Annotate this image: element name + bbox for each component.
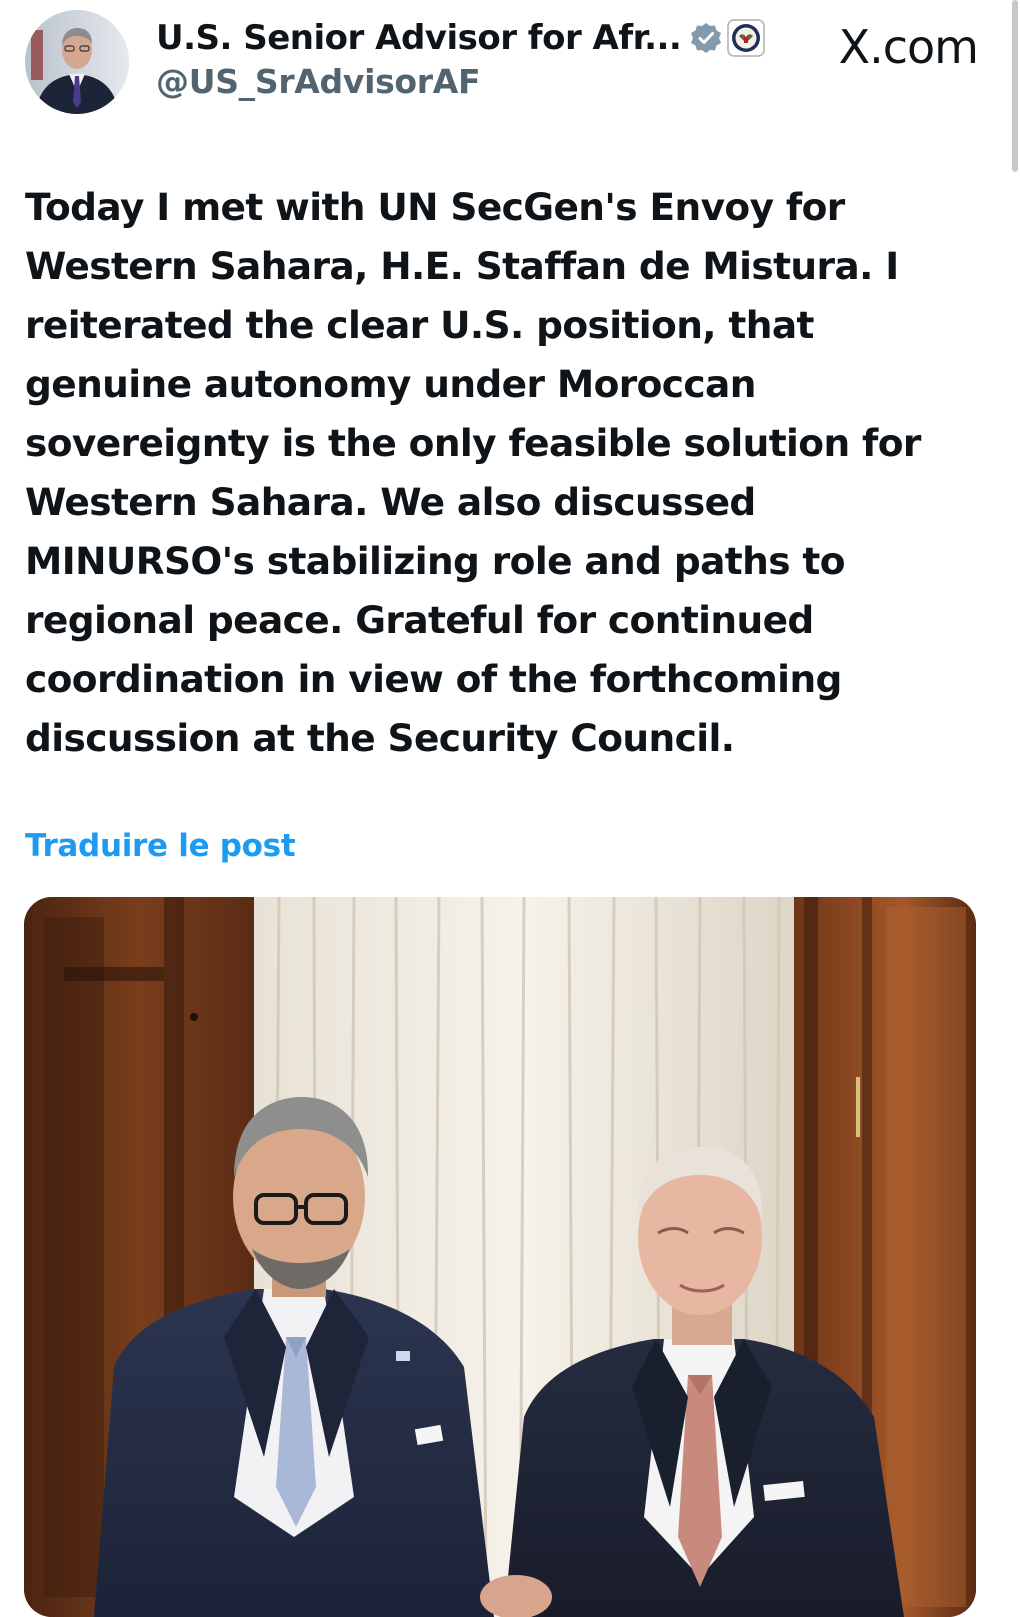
- post-header: U.S. Senior Advisor for Afr... @US_SrAdv…: [22, 8, 998, 118]
- author-handle[interactable]: @US_SrAdvisorAF: [156, 62, 796, 101]
- translate-post-link[interactable]: Traduire le post: [25, 828, 296, 864]
- state-department-seal-icon[interactable]: [727, 19, 766, 57]
- site-label: X.com: [838, 20, 979, 74]
- verified-badge-icon[interactable]: [689, 21, 723, 55]
- post-photo[interactable]: [24, 897, 976, 1617]
- post-text: Today I met with UN SecGen's Envoy for W…: [25, 185, 921, 760]
- author-avatar[interactable]: [25, 10, 129, 114]
- page-scrollbar[interactable]: [1012, 0, 1018, 172]
- author-display-name[interactable]: U.S. Senior Advisor for Afr...: [156, 18, 682, 58]
